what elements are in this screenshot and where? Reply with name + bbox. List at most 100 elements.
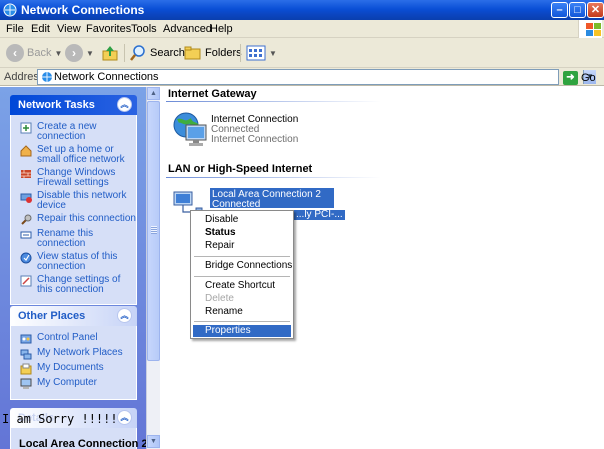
firewall-icon	[21, 170, 31, 178]
other-places-panel: Other Places ︽ Control Panel My Network …	[10, 306, 137, 400]
task-pane-scrollbar[interactable]: ▲ ▼	[146, 87, 160, 449]
back-button[interactable]: ‹ Back ▼	[6, 42, 62, 64]
minimize-button[interactable]: –	[551, 2, 568, 18]
go-button[interactable]: ➜ Go	[563, 70, 596, 85]
settings-icon	[20, 275, 32, 287]
ctx-separator	[194, 256, 290, 257]
go-arrow-icon: ➜	[563, 70, 578, 85]
windows-logo-icon	[578, 20, 602, 38]
rename-icon	[20, 231, 32, 239]
collapse-chevron-icon[interactable]: ︽	[117, 308, 132, 323]
place-my-computer[interactable]: My Computer	[11, 378, 136, 390]
ctx-create-shortcut[interactable]: Create Shortcut	[193, 280, 291, 292]
chevron-down-icon: ▼	[86, 48, 94, 58]
menu-edit[interactable]: Edit	[31, 23, 50, 35]
section-internet-gateway: Internet Gateway	[168, 88, 257, 100]
maximize-button[interactable]: □	[569, 2, 586, 18]
scroll-down-button[interactable]: ▼	[147, 435, 160, 448]
scroll-grip	[151, 226, 157, 234]
network-connections-icon	[3, 3, 17, 17]
toolbar-divider	[124, 44, 125, 62]
scroll-up-button[interactable]: ▲	[147, 87, 160, 100]
network-tasks-panel: Network Tasks ︽ Create a new connection …	[10, 95, 137, 305]
task-rename-connection[interactable]: Rename this connection	[11, 229, 136, 249]
network-tasks-list: Create a new connection Set up a home or…	[10, 115, 137, 305]
lan-connection-selection[interactable]: Local Area Connection 2 Connected	[210, 188, 334, 210]
task-change-settings[interactable]: Change settings of this connection	[11, 275, 136, 295]
ctx-rename[interactable]: Rename	[193, 306, 291, 318]
details-body: Local Area Connection 2	[10, 428, 146, 449]
home-network-icon	[20, 145, 32, 157]
address-bar: Address Network Connections ▼ ➜ Go	[0, 68, 604, 86]
collapse-chevron-icon[interactable]: ︽	[117, 410, 132, 425]
ctx-status[interactable]: Status	[193, 227, 291, 239]
search-button[interactable]: Search	[129, 42, 185, 64]
task-disable-device[interactable]: Disable this network device	[11, 191, 136, 211]
window-title: Network Connections	[21, 3, 145, 17]
overlay-text: I am Sorry !!!!!	[2, 412, 118, 426]
task-firewall[interactable]: Change Windows Firewall settings	[11, 168, 136, 188]
section-lan: LAN or High-Speed Internet	[168, 163, 313, 175]
title-bar: Network Connections – □ ✕	[0, 0, 604, 20]
search-icon	[130, 45, 145, 61]
ctx-separator	[194, 276, 290, 277]
ctx-delete: Delete	[205, 293, 234, 304]
internet-gateway-icon	[173, 112, 207, 146]
internet-connection-details: Internet Connection Connected Internet C…	[211, 115, 298, 145]
go-label: Go	[581, 71, 596, 84]
menu-view[interactable]: View	[57, 23, 81, 35]
section-divider	[166, 177, 381, 178]
network-tasks-title: Network Tasks	[18, 99, 95, 111]
repair-wrench-icon	[21, 214, 32, 225]
folders-label: Folders	[205, 47, 242, 59]
ctx-disable[interactable]: Disable	[193, 214, 291, 226]
other-places-list: Control Panel My Network Places My Docum…	[10, 326, 137, 400]
ctx-properties[interactable]: Properties	[193, 325, 291, 337]
network-connections-icon	[42, 72, 52, 82]
back-arrow-icon: ‹	[6, 44, 24, 62]
my-computer-icon	[20, 378, 32, 389]
folders-button[interactable]: Folders	[184, 42, 242, 64]
internet-connection-item[interactable]	[172, 111, 212, 152]
folders-icon	[184, 46, 201, 60]
menu-favorites[interactable]: Favorites	[86, 23, 131, 35]
details-connection-name: Local Area Connection 2	[19, 438, 146, 449]
task-home-network[interactable]: Set up a home or small office network	[11, 145, 136, 165]
menu-file[interactable]: File	[6, 23, 24, 35]
close-button[interactable]: ✕	[587, 2, 604, 18]
task-pane: Network Tasks ︽ Create a new connection …	[0, 87, 146, 449]
up-folder-button[interactable]	[101, 42, 119, 64]
place-control-panel[interactable]: Control Panel	[11, 333, 136, 345]
other-places-header[interactable]: Other Places ︽	[10, 306, 137, 326]
place-my-documents[interactable]: My Documents	[11, 363, 136, 375]
ctx-bridge-connections[interactable]: Bridge Connections	[193, 260, 292, 272]
forward-button[interactable]: › ▼	[65, 42, 94, 64]
toolbar: ‹ Back ▼ › ▼ Search Folders ▼	[0, 38, 604, 68]
menu-help[interactable]: Help	[210, 23, 233, 35]
search-label: Search	[150, 47, 185, 59]
ctx-separator	[194, 321, 290, 322]
place-my-network-places[interactable]: My Network Places	[11, 348, 136, 360]
network-places-icon	[20, 349, 32, 360]
task-create-connection[interactable]: Create a new connection	[11, 122, 136, 142]
ctx-repair[interactable]: Repair	[193, 240, 291, 252]
network-tasks-header[interactable]: Network Tasks ︽	[10, 95, 137, 115]
context-menu: Disable Status Repair Bridge Connections…	[190, 210, 294, 339]
back-label: Back	[27, 47, 52, 59]
address-input[interactable]: Network Connections ▼	[37, 69, 596, 85]
views-button[interactable]: ▼	[246, 42, 277, 64]
collapse-chevron-icon[interactable]: ︽	[117, 97, 132, 112]
other-places-title: Other Places	[18, 310, 86, 322]
task-view-status[interactable]: View status of this connection	[11, 252, 136, 272]
control-panel-icon	[20, 334, 32, 344]
forward-arrow-icon: ›	[65, 44, 83, 62]
my-documents-icon	[20, 363, 32, 375]
toolbar-divider	[240, 44, 241, 62]
menu-tools[interactable]: Tools	[131, 23, 157, 35]
lan-device-name: ...ly PCI-...	[294, 209, 345, 220]
task-repair-connection[interactable]: Repair this connection	[11, 214, 136, 226]
menu-advanced[interactable]: Advanced	[163, 23, 212, 35]
scroll-thumb[interactable]	[147, 101, 160, 361]
disable-device-icon	[20, 193, 32, 203]
lan-connection-status: Connected	[212, 199, 261, 210]
